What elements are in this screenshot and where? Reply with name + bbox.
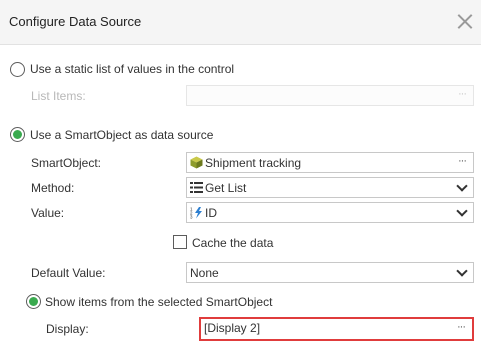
chevron-down-icon[interactable]: [457, 208, 467, 218]
value-label: Value:: [31, 206, 65, 220]
dialog-title: Configure Data Source: [9, 14, 142, 29]
list-items-ellipsis-button: ···: [458, 88, 467, 100]
dialog-header: Configure Data Source: [0, 0, 481, 45]
smartobject-ellipsis-button[interactable]: ···: [458, 155, 467, 167]
chevron-down-icon[interactable]: [457, 183, 467, 193]
static-list-label: Use a static list of values in the contr…: [30, 62, 235, 76]
show-items-label: Show items from the selected SmartObject: [45, 295, 273, 309]
close-icon[interactable]: [457, 13, 474, 30]
default-value-value: None: [190, 266, 219, 280]
display-value: [Display 2]: [204, 321, 261, 335]
radio-show-items[interactable]: [26, 294, 41, 309]
smartobject-label: SmartObject:: [31, 156, 102, 170]
svg-text:3: 3: [190, 215, 193, 220]
method-value: Get List: [205, 181, 247, 195]
radio-static-list[interactable]: [10, 62, 25, 77]
smartobject-option-label: Use a SmartObject as data source: [30, 128, 214, 142]
method-select[interactable]: Get List: [186, 177, 474, 198]
value-select[interactable]: 1 2 3 ID: [186, 202, 474, 223]
smartobject-cube-icon: [190, 156, 203, 169]
smartobject-field[interactable]: Shipment tracking ···: [186, 152, 474, 173]
list-method-icon: [190, 182, 203, 193]
chevron-down-icon[interactable]: [457, 268, 467, 278]
smartobject-value: Shipment tracking: [205, 156, 302, 170]
radio-smartobject[interactable]: [10, 127, 25, 142]
list-items-label: List Items:: [31, 89, 86, 103]
cache-data-label: Cache the data: [192, 236, 274, 250]
display-label: Display:: [46, 322, 89, 336]
cache-data-checkbox[interactable]: [173, 235, 187, 249]
default-value-label: Default Value:: [31, 266, 106, 280]
default-value-select[interactable]: None: [186, 262, 474, 283]
display-field[interactable]: [Display 2] ···: [199, 317, 474, 341]
display-ellipsis-button[interactable]: ···: [457, 321, 466, 333]
value-value: ID: [205, 206, 217, 220]
numeric-autonumber-icon: 1 2 3: [190, 207, 202, 220]
method-label: Method:: [31, 181, 75, 195]
list-items-field: ···: [186, 85, 474, 106]
